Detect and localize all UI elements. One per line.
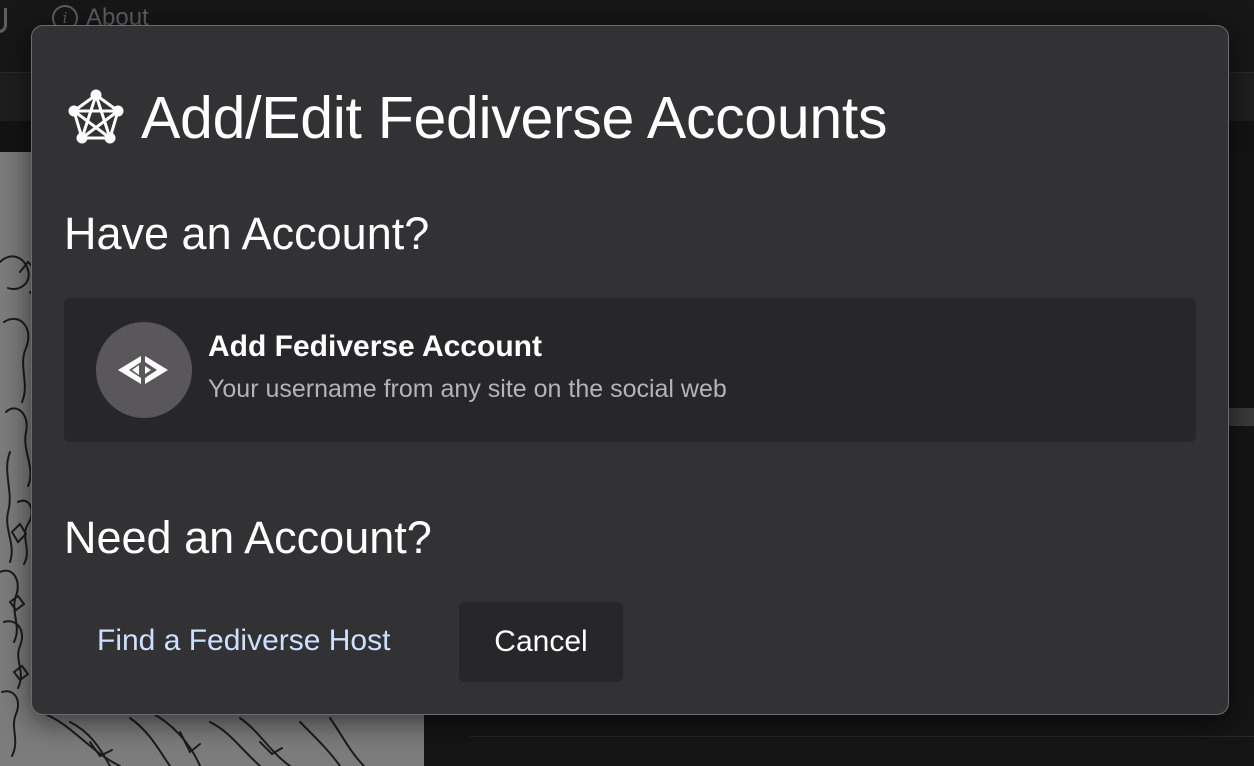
activitypub-icon (96, 322, 192, 418)
modal-title: Add/Edit Fediverse Accounts (141, 85, 888, 151)
fediverse-pentagram-icon (67, 89, 125, 147)
find-fediverse-host-link[interactable]: Find a Fediverse Host (97, 624, 390, 658)
nav-partial-icon (0, 8, 7, 33)
add-fediverse-account-button[interactable]: Add Fediverse Account Your username from… (64, 298, 1196, 442)
add-account-subtitle: Your username from any site on the socia… (208, 375, 727, 403)
cancel-button[interactable]: Cancel (459, 602, 623, 682)
background-divider (470, 736, 1254, 737)
modal-header: Add/Edit Fediverse Accounts (67, 84, 888, 152)
have-account-heading: Have an Account? (64, 208, 430, 259)
fediverse-accounts-modal: Add/Edit Fediverse Accounts Have an Acco… (31, 25, 1229, 715)
add-account-title: Add Fediverse Account (208, 330, 542, 363)
need-account-heading: Need an Account? (64, 512, 432, 563)
